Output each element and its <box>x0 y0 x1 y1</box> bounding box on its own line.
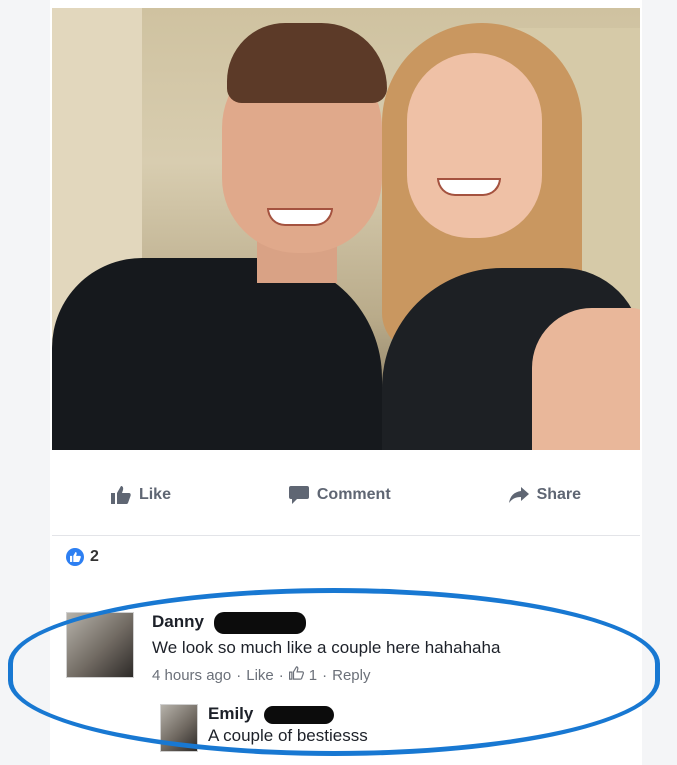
share-arrow-icon <box>508 487 529 503</box>
photo-person-left-shirt <box>52 258 382 450</box>
reaction-summary[interactable]: 2 <box>66 548 99 566</box>
like-button[interactable]: Like <box>110 486 171 504</box>
reaction-count: 2 <box>90 548 99 565</box>
photo-person-right-arm <box>532 308 640 450</box>
like-reaction-icon <box>66 548 84 566</box>
share-button-label: Share <box>536 486 582 503</box>
post-action-bar: Like Comment Share <box>52 455 640 536</box>
share-button[interactable]: Share <box>508 486 582 504</box>
photo-person-right-face <box>407 53 542 238</box>
speech-bubble-icon <box>288 486 309 504</box>
comment-button[interactable]: Comment <box>288 486 391 504</box>
thumbs-up-icon <box>110 486 131 504</box>
photo-person-right-smile <box>437 178 501 196</box>
comment-button-label: Comment <box>316 486 391 503</box>
photo-person-left-smile <box>267 208 333 226</box>
highlight-circle <box>8 588 660 756</box>
like-button-label: Like <box>138 486 171 503</box>
photo-person-left-hair <box>227 23 387 103</box>
post-photo[interactable] <box>52 8 640 450</box>
